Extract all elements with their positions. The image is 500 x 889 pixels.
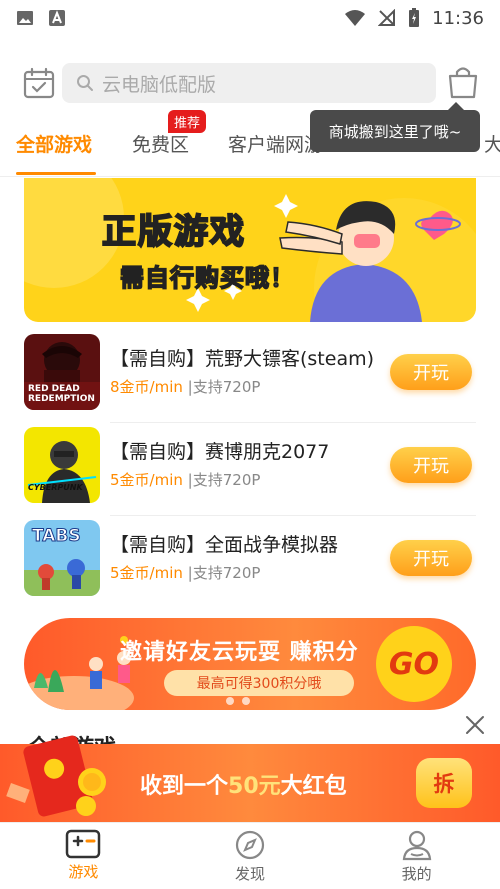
game-item[interactable]: TABS 【需自购】全面战争模拟器 5金币/min |支持720P 开玩 — [24, 520, 476, 606]
thumb-text: RED DEAD REDEMPTION — [28, 384, 95, 404]
game-coin-rate: 5金币/min — [110, 564, 183, 582]
nav-games[interactable]: 游戏 — [0, 823, 167, 889]
thumb-text: TABS — [32, 526, 82, 547]
thumb-text: CYBERPUNK — [28, 483, 83, 492]
compass-icon — [235, 830, 265, 860]
invite-banner[interactable]: 邀请好友云玩耍 赚积分 最高可得300积分哦 GO — [24, 618, 476, 710]
game-title: 【需自购】荒野大镖客(steam) — [110, 348, 375, 370]
invite-title: 邀请好友云玩耍 赚积分 — [120, 640, 359, 665]
tab-client-games[interactable]: 客户端网游 — [228, 130, 323, 157]
game-coin-rate: 8金币/min — [110, 378, 183, 396]
divider — [110, 515, 476, 516]
tab-all-games[interactable]: 全部游戏 — [16, 130, 92, 157]
store-moved-tooltip[interactable]: 商城搬到这里了哦~ — [310, 102, 480, 152]
clock: 11:36 — [432, 7, 484, 29]
status-bar: 11:36 — [0, 0, 500, 36]
nav-discover[interactable]: 发现 — [167, 823, 334, 889]
red-envelope-popup[interactable]: 收到一个50元大红包 拆 — [0, 735, 500, 822]
calendar-check-icon[interactable] — [22, 66, 56, 100]
game-resolution: |支持720P — [187, 564, 261, 582]
battery-charging-icon — [409, 8, 420, 27]
profile-icon — [402, 830, 431, 861]
shopping-bag-icon[interactable] — [446, 64, 480, 100]
banner-title: 正版游戏 — [101, 211, 246, 253]
game-thumbnail[interactable]: CYBERPUNK — [24, 427, 100, 503]
banner-illustration — [24, 178, 476, 322]
bottom-nav: 游戏 发现 我的 — [0, 822, 500, 889]
invite-subtitle: 最高可得300积分哦 — [164, 670, 354, 696]
game-resolution: |支持720P — [187, 378, 261, 396]
game-item[interactable]: RED DEAD REDEMPTION 【需自购】荒野大镖客(steam) 8金… — [24, 334, 476, 423]
tab-underline — [16, 172, 96, 175]
envelope-message: 收到一个50元大红包 — [140, 768, 347, 800]
red-envelope-icon — [6, 735, 106, 817]
image-icon — [17, 11, 33, 25]
search-placeholder: 云电脑低配版 — [102, 73, 217, 96]
envelope-suffix: 大红包 — [280, 774, 347, 799]
search-input[interactable]: 云电脑低配版 — [62, 63, 436, 103]
carousel-dot — [226, 697, 234, 705]
game-coin-rate: 5金币/min — [110, 471, 183, 489]
divider — [110, 422, 476, 423]
game-meta: 5金币/min |支持720P — [110, 469, 260, 490]
game-title: 【需自购】赛博朋克2077 — [110, 441, 330, 463]
search-row: 云电脑低配版 — [0, 58, 500, 108]
play-button[interactable]: 开玩 — [390, 447, 472, 483]
banner-subtitle: 需自行购买哦！ — [119, 263, 295, 293]
nav-label: 我的 — [401, 865, 432, 883]
game-meta: 8金币/min |支持720P — [110, 376, 260, 397]
game-item[interactable]: CYBERPUNK 【需自购】赛博朋克2077 5金币/min |支持720P … — [24, 427, 476, 516]
game-meta: 5金币/min |支持720P — [110, 562, 260, 583]
carousel-dot — [242, 697, 250, 705]
nav-profile[interactable]: 我的 — [333, 823, 500, 889]
divider — [0, 176, 500, 177]
recommend-badge: 推荐 — [168, 110, 207, 133]
envelope-prefix: 收到一个 — [140, 774, 229, 799]
go-button[interactable]: GO — [376, 626, 452, 702]
search-icon — [77, 75, 93, 91]
play-button[interactable]: 开玩 — [390, 540, 472, 576]
game-title: 【需自购】全面战争模拟器 — [110, 534, 339, 556]
game-controller-icon — [66, 829, 101, 859]
open-envelope-button[interactable]: 拆 — [416, 758, 472, 808]
app-notification-icon — [49, 10, 65, 26]
carousel-dots — [226, 697, 250, 705]
nav-label: 游戏 — [68, 863, 99, 881]
game-thumbnail[interactable]: TABS — [24, 520, 100, 596]
promo-banner[interactable]: 正版游戏 需自行购买哦！ — [24, 178, 476, 322]
no-signal-icon — [378, 9, 396, 26]
wifi-icon — [345, 10, 366, 26]
envelope-amount: 50元 — [228, 774, 281, 799]
tab-free[interactable]: 免费区 — [132, 130, 189, 157]
game-resolution: |支持720P — [187, 471, 261, 489]
close-icon[interactable] — [462, 712, 488, 738]
nav-label: 发现 — [235, 865, 266, 883]
tab-more[interactable]: 大 — [484, 130, 500, 157]
play-button[interactable]: 开玩 — [390, 354, 472, 390]
game-thumbnail[interactable]: RED DEAD REDEMPTION — [24, 334, 100, 410]
